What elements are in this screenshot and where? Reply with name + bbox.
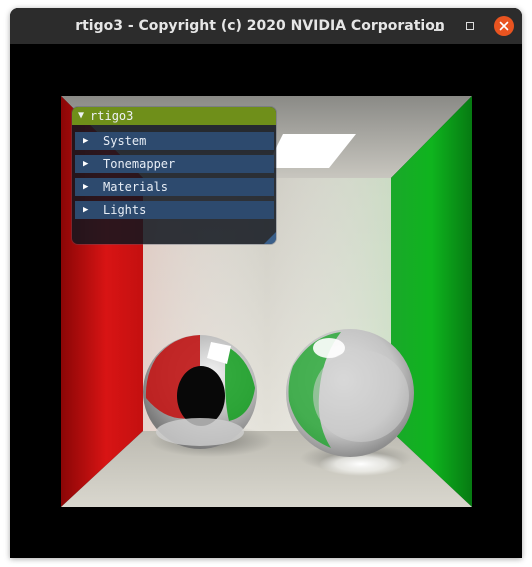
resize-grip[interactable]	[264, 232, 276, 244]
section-tonemapper[interactable]: ▶ Tonemapper	[75, 155, 274, 173]
expand-arrow-icon: ▶	[83, 205, 89, 215]
section-label: Tonemapper	[103, 157, 176, 171]
expand-arrow-icon: ▶	[83, 159, 89, 169]
maximize-icon	[466, 22, 474, 30]
collapse-arrow-icon[interactable]: ▼	[78, 107, 84, 125]
imgui-panel: ▼ rtigo3 ▶ System ▶ Tonemapper ▶ Materia…	[72, 107, 276, 244]
section-materials[interactable]: ▶ Materials	[75, 178, 274, 196]
section-label: System	[103, 134, 147, 148]
maximize-button[interactable]	[460, 16, 480, 36]
panel-title: rtigo3	[90, 109, 134, 123]
section-label: Lights	[103, 203, 147, 217]
panel-title-bar[interactable]: ▼ rtigo3	[72, 107, 276, 125]
close-icon	[499, 21, 509, 31]
mirror-sphere	[143, 335, 257, 449]
expand-arrow-icon: ▶	[83, 182, 89, 192]
close-button[interactable]	[494, 16, 514, 36]
minimize-button[interactable]	[428, 16, 448, 36]
section-system[interactable]: ▶ System	[75, 132, 274, 150]
app-window: rtigo3 - Copyright (c) 2020 NVIDIA Corpo…	[10, 8, 522, 558]
section-lights[interactable]: ▶ Lights	[75, 201, 274, 219]
title-bar[interactable]: rtigo3 - Copyright (c) 2020 NVIDIA Corpo…	[10, 8, 522, 44]
glass-sphere	[286, 329, 414, 457]
minimize-icon	[433, 28, 443, 31]
render-viewport[interactable]: ▼ rtigo3 ▶ System ▶ Tonemapper ▶ Materia…	[10, 44, 522, 558]
expand-arrow-icon: ▶	[83, 136, 89, 146]
section-label: Materials	[103, 180, 169, 194]
